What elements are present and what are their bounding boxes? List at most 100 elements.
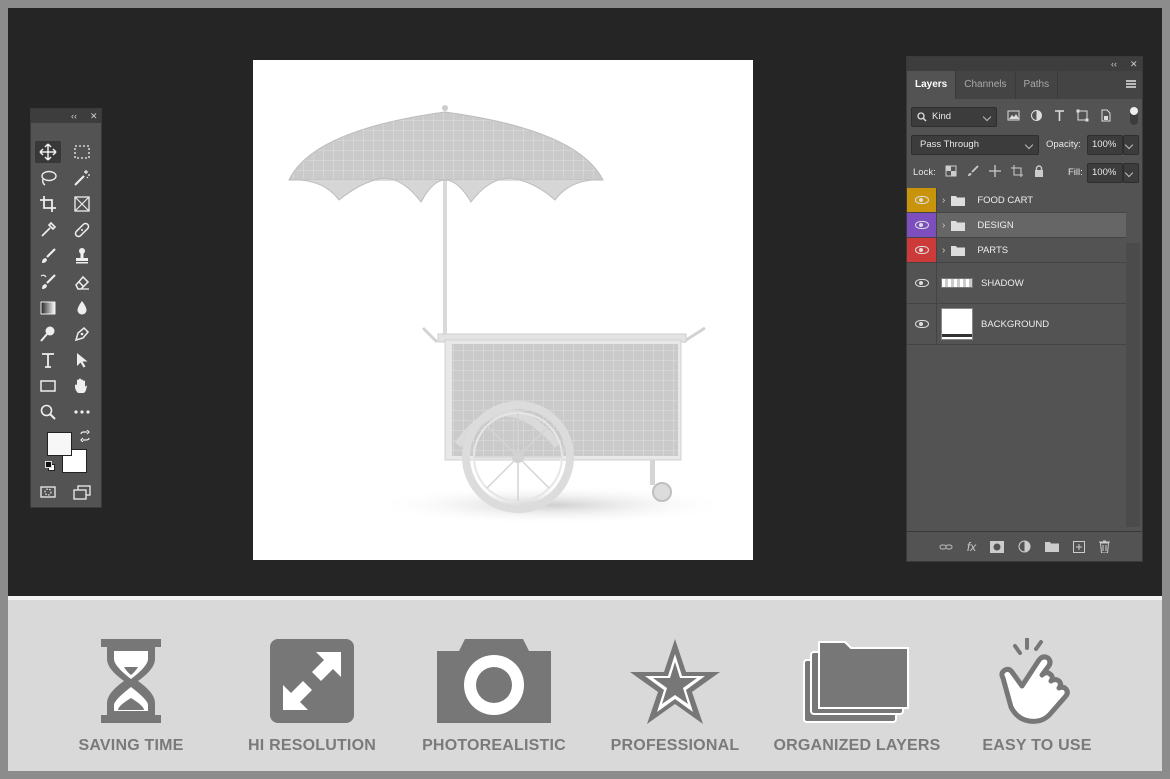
layer-thumbnail [941,278,973,288]
layer-row-parts[interactable]: › PARTS [907,238,1126,263]
frame-tool[interactable] [69,193,95,215]
frame-icon [74,196,90,212]
lock-position-icon[interactable] [989,165,1001,177]
zoom-tool[interactable] [35,401,61,423]
brush-icon [42,248,56,263]
type-filter-icon[interactable] [1053,109,1066,122]
default-colors-icon[interactable] [45,461,56,472]
expand-chevron-icon[interactable]: › [942,195,945,206]
features-strip: SAVING TIME HI RESOLUTION PHOTOREALISTIC… [8,600,1162,771]
healing-icon [74,222,90,238]
fill-field[interactable]: 100% [1087,163,1123,183]
lasso-tool[interactable] [35,167,61,189]
brush-tool[interactable] [35,245,61,267]
expand-chevron-icon[interactable]: › [942,245,945,256]
adjustment-filter-icon[interactable] [1030,109,1043,122]
filter-kind-value: Kind [932,111,952,122]
layer-name: FOOD CART [977,194,1034,206]
type-icon [42,353,54,368]
link-icon[interactable] [939,542,953,552]
layer-row-food-cart[interactable]: › FOOD CART [907,188,1126,213]
pen-icon [74,326,90,342]
feature-professional: PROFESSIONAL [585,600,765,771]
tab-layers[interactable]: Layers [907,71,957,99]
opacity-field[interactable]: 100% [1087,135,1123,155]
quick-mask-button[interactable] [35,481,61,503]
food-cart-illustration [288,105,733,525]
lock-pixels-icon[interactable] [967,165,979,177]
eraser-tool[interactable] [69,271,95,293]
blur-icon [77,301,87,315]
pen-tool[interactable] [69,323,95,345]
move-tool[interactable] [35,141,61,163]
fill-dropdown[interactable] [1123,163,1139,183]
new-group-folder-icon[interactable] [1045,541,1060,552]
trash-icon[interactable] [1099,540,1111,553]
marquee-tool[interactable] [69,141,95,163]
visibility-eye-icon[interactable] [914,221,929,229]
close-icon[interactable]: ✕ [90,109,98,123]
move-icon [39,143,57,161]
layers-scrollbar[interactable] [1126,243,1140,527]
layer-row-design[interactable]: › DESIGN [907,213,1126,238]
layers-panel-header[interactable]: ‹‹ ✕ [907,57,1142,71]
layer-thumbnail [941,308,973,340]
document-canvas[interactable] [253,60,753,560]
stamp-icon [76,248,88,264]
new-layer-icon[interactable] [1073,540,1086,553]
tab-paths[interactable]: Paths [1016,71,1059,99]
visibility-column [907,304,937,344]
swap-colors-icon[interactable] [79,429,91,443]
blend-mode-select[interactable]: Pass Through [911,135,1039,155]
path-select-tool[interactable] [69,349,95,371]
shape-filter-icon[interactable] [1076,109,1089,122]
close-icon[interactable]: ✕ [1130,57,1138,71]
feature-label: EASY TO USE [982,737,1092,754]
filter-kind-select[interactable]: Kind [911,107,997,127]
visibility-eye-icon[interactable] [914,246,929,254]
gradient-icon [40,301,56,315]
healing-tool[interactable] [69,219,95,241]
quick-mask-icon [40,486,56,498]
crop-tool[interactable] [35,193,61,215]
lock-transparent-icon[interactable] [945,165,957,177]
foreground-color-swatch[interactable] [47,432,72,456]
layer-row-shadow[interactable]: SHADOW [907,263,1126,304]
smart-object-filter-icon[interactable] [1099,109,1112,122]
tools-panel-header[interactable]: ‹‹ ✕ [31,109,101,123]
history-brush-tool[interactable] [35,271,61,293]
panel-menu-icon[interactable] [1126,80,1136,88]
visibility-eye-icon[interactable] [914,279,929,287]
eyedropper-tool[interactable] [35,219,61,241]
blend-mode-value: Pass Through [920,139,979,150]
zoom-icon [40,404,56,420]
dodge-tool[interactable] [35,323,61,345]
visibility-eye-icon[interactable] [914,320,929,328]
hand-tool[interactable] [69,375,95,397]
more-tools[interactable] [69,401,95,423]
lock-all-icon[interactable] [1033,165,1045,177]
eyedropper-icon [41,221,57,237]
visibility-eye-icon[interactable] [914,196,929,204]
blur-tool[interactable] [69,297,95,319]
type-tool[interactable] [35,349,61,371]
layer-row-background[interactable]: BACKGROUND [907,304,1126,345]
collapse-icon[interactable]: ‹‹ [71,109,77,123]
pixel-filter-icon[interactable] [1007,109,1020,122]
stamp-tool[interactable] [69,245,95,267]
fx-icon[interactable]: fx [967,540,976,554]
screen-mode-button[interactable] [69,481,95,503]
mask-icon[interactable] [990,540,1005,553]
expand-chevron-icon[interactable]: › [942,220,945,231]
magic-wand-tool[interactable] [69,167,95,189]
opacity-dropdown[interactable] [1123,135,1139,155]
tab-channels[interactable]: Channels [956,71,1016,99]
gradient-tool[interactable] [35,297,61,319]
collapse-icon[interactable]: ‹‹ [1111,57,1117,71]
hourglass-icon [101,639,161,723]
lock-artboard-icon[interactable] [1011,165,1023,177]
rectangle-tool[interactable] [35,375,61,397]
adjustment-icon[interactable] [1018,540,1031,553]
filter-toggle[interactable] [1130,107,1138,125]
folder-icon [951,220,966,231]
